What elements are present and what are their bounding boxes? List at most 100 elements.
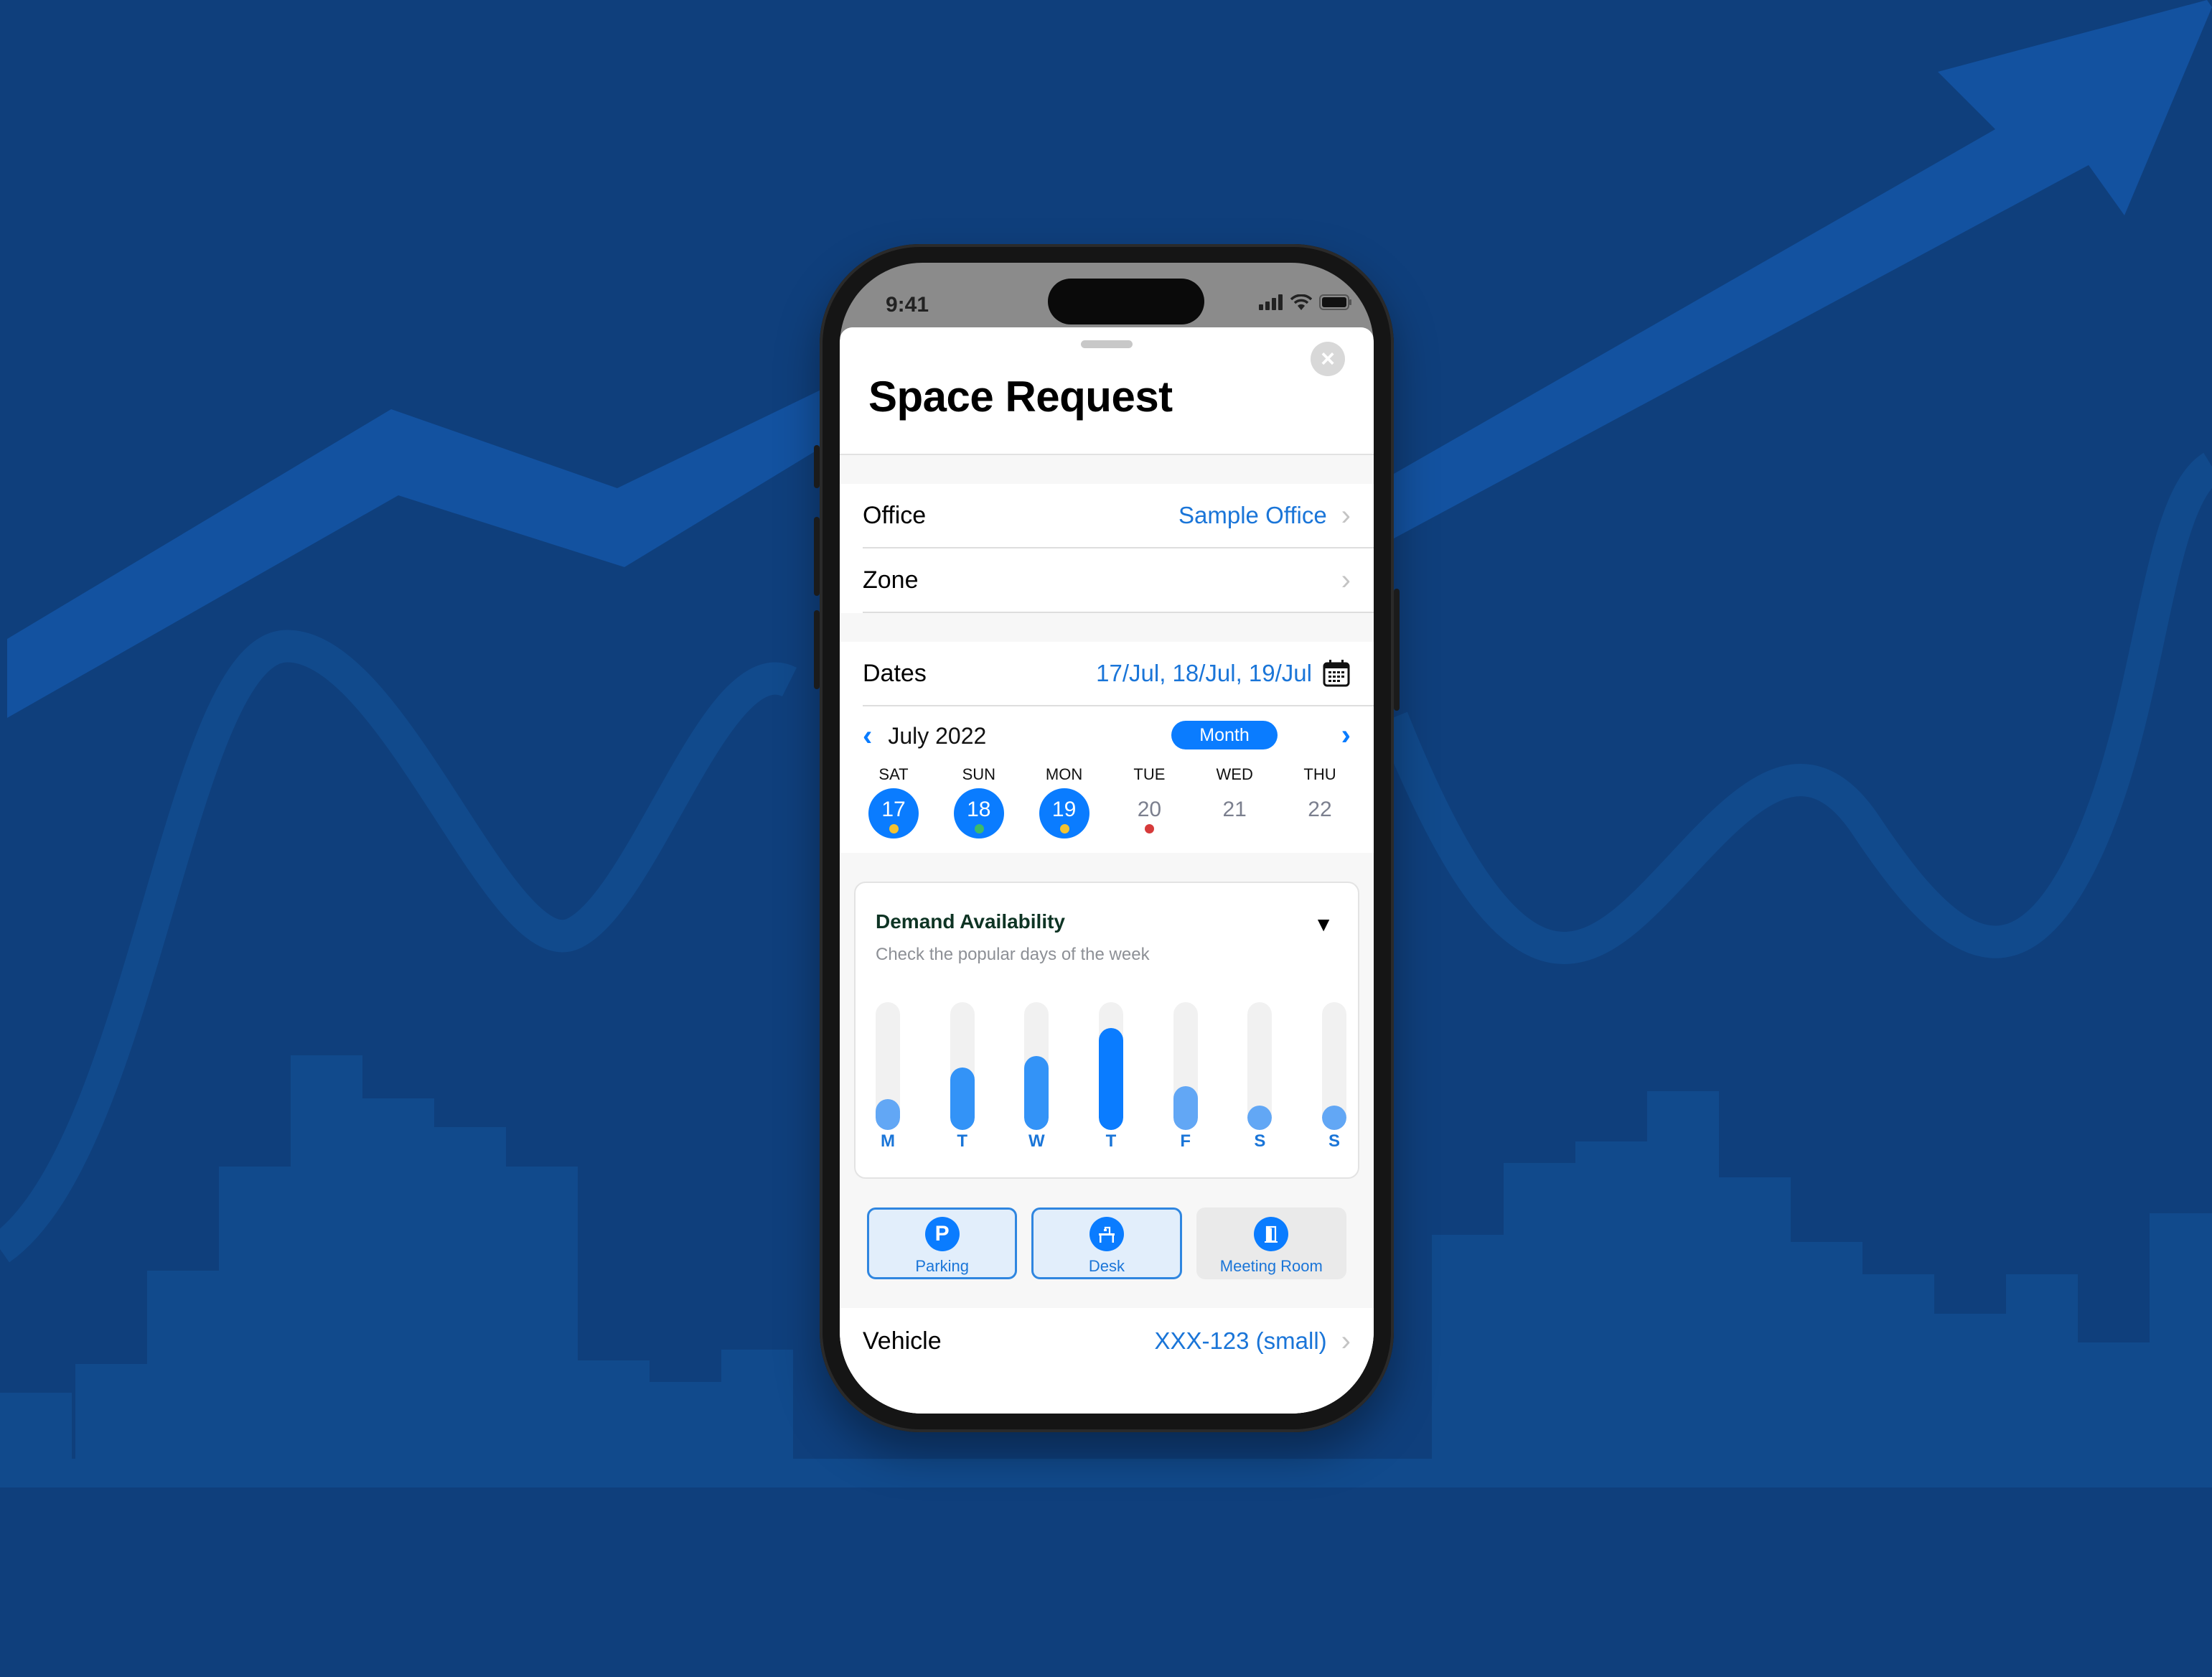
calendar-day[interactable]: TUE 20 <box>1124 765 1174 838</box>
demand-bar-label: S <box>1254 1131 1266 1151</box>
demand-bar-track <box>876 1002 900 1130</box>
calendar-icon[interactable] <box>1322 659 1351 688</box>
demand-subtitle: Check the popular days of the week <box>876 945 1150 964</box>
sheet-grabber[interactable] <box>1081 340 1133 348</box>
page-title: Space Request <box>868 373 1173 421</box>
day-name: WED <box>1216 765 1253 783</box>
demand-bar-label: S <box>1328 1131 1340 1151</box>
dates-row[interactable]: Dates 17/Jul, 18/Jul, 19/Jul <box>840 642 1374 705</box>
demand-bar <box>1024 1055 1049 1130</box>
calendar-day[interactable]: THU 22 <box>1295 765 1345 838</box>
day-name: THU <box>1303 765 1336 783</box>
demand-bar-track <box>1247 1002 1273 1130</box>
demand-bar-track <box>1024 1002 1049 1130</box>
month-label: July 2022 <box>888 722 987 749</box>
desk-icon <box>1089 1217 1124 1251</box>
phone-power-button <box>1394 589 1400 711</box>
background-wave-right <box>1377 452 2212 964</box>
demand-bar-track <box>1099 1002 1123 1130</box>
zone-row[interactable]: Zone › <box>840 548 1374 612</box>
dates-label: Dates <box>863 659 927 687</box>
calendar-day[interactable]: WED 21 <box>1209 765 1260 838</box>
day-number-selected[interactable]: 19 <box>1039 788 1089 838</box>
calendar-day[interactable]: MON 19 <box>1039 765 1089 838</box>
demand-bar <box>876 1099 900 1130</box>
demand-bar-label: F <box>1180 1131 1191 1151</box>
phone-volume-down <box>814 610 820 689</box>
battery-icon <box>1319 294 1351 310</box>
week-calendar: ‹ July 2022 Month › SAT 17 SUN 18 MON 19 TUE 20… <box>840 706 1374 853</box>
calendar-day[interactable]: SUN 18 <box>953 765 1004 838</box>
location-group: Office Sample Office › Zone › <box>840 484 1374 613</box>
day-number[interactable]: 20 <box>1124 788 1174 838</box>
space-type-desk-button[interactable]: Desk <box>1031 1207 1182 1279</box>
demand-availability-card: Demand Availability Check the popular da… <box>854 882 1359 1179</box>
chevron-right-icon: › <box>1341 564 1351 596</box>
day-number-selected[interactable]: 18 <box>953 788 1004 838</box>
vehicle-row[interactable]: Vehicle XXX-123 (small) › <box>840 1308 1374 1374</box>
demand-bar-label: T <box>1105 1131 1117 1151</box>
status-time: 9:41 <box>886 293 929 317</box>
demand-bar-label: M <box>881 1131 895 1151</box>
prev-week-button[interactable]: ‹ <box>863 721 872 750</box>
calendar-header: ‹ July 2022 Month › <box>840 706 1374 765</box>
parking-icon: P <box>924 1217 960 1251</box>
office-row[interactable]: Office Sample Office › <box>840 484 1374 547</box>
day-number-text: 19 <box>1051 798 1077 821</box>
day-number-text: 18 <box>967 798 991 821</box>
demand-bar <box>1247 1106 1273 1130</box>
space-type-parking-button[interactable]: P Parking <box>867 1207 1018 1279</box>
availability-dot <box>974 824 984 833</box>
next-week-button[interactable]: › <box>1341 721 1351 749</box>
zone-label: Zone <box>863 566 919 594</box>
phone-mute-switch <box>814 445 820 488</box>
sheet-header: × Space Request <box>840 327 1374 455</box>
calendar-days: SAT 17 SUN 18 MON 19 TUE 20 WED 21 THU 22 <box>840 765 1374 838</box>
chevron-right-icon: › <box>1341 500 1351 531</box>
demand-bar-track <box>950 1002 975 1130</box>
day-number-text: 17 <box>881 798 906 821</box>
phone-frame: 9:41 × Space Request Office Sample Offic… <box>814 244 1400 1432</box>
demand-chart: MTWTFSS <box>876 1002 1346 1153</box>
status-icons <box>1259 294 1352 310</box>
dates-group: Dates 17/Jul, 18/Jul, 19/Jul ‹ July 2022 <box>840 642 1374 853</box>
space-type-label: Desk <box>1088 1257 1125 1275</box>
vehicle-label: Vehicle <box>863 1327 942 1355</box>
dates-value: 17/Jul, 18/Jul, 19/Jul <box>1096 660 1312 686</box>
phone-screen: 9:41 × Space Request Office Sample Offic… <box>840 263 1374 1414</box>
close-button[interactable]: × <box>1311 342 1345 376</box>
space-type-label: Meeting Room <box>1219 1257 1323 1275</box>
day-number[interactable]: 21 <box>1209 788 1260 838</box>
close-icon: × <box>1321 345 1335 373</box>
day-number-selected[interactable]: 17 <box>868 788 919 838</box>
demand-title: Demand Availability <box>876 910 1066 933</box>
demand-bar <box>1173 1086 1198 1130</box>
day-name: TUE <box>1133 765 1166 783</box>
day-number-text: 21 <box>1222 798 1247 821</box>
vehicle-value: XXX-123 (small) <box>1154 1327 1327 1354</box>
vehicle-group: Vehicle XXX-123 (small) › <box>840 1308 1374 1414</box>
wifi-icon <box>1290 294 1312 310</box>
status-bar: 9:41 <box>840 263 1374 327</box>
day-number-text: 20 <box>1137 798 1162 821</box>
demand-bar-track <box>1322 1002 1346 1130</box>
demand-bar <box>1099 1027 1123 1130</box>
day-name: SUN <box>962 765 996 783</box>
office-label: Office <box>863 501 927 529</box>
background-trend-arrow-right <box>1394 0 2212 538</box>
collapse-toggle-icon[interactable]: ▼ <box>1313 913 1334 936</box>
dynamic-island <box>1048 279 1204 324</box>
month-view-toggle[interactable]: Month <box>1171 721 1278 749</box>
space-type-meeting-room-button[interactable]: Meeting Room <box>1196 1207 1346 1279</box>
calendar-day[interactable]: SAT 17 <box>868 765 919 838</box>
background-trend-arrow <box>7 388 825 718</box>
demand-bar <box>950 1067 975 1130</box>
demand-bar-label: W <box>1028 1131 1045 1151</box>
demand-bar <box>1322 1106 1346 1130</box>
day-number[interactable]: 22 <box>1295 788 1345 838</box>
day-number-text: 22 <box>1308 798 1332 821</box>
space-request-sheet: × Space Request Office Sample Office › Z… <box>840 327 1374 1414</box>
demand-bar-label: T <box>957 1131 967 1151</box>
